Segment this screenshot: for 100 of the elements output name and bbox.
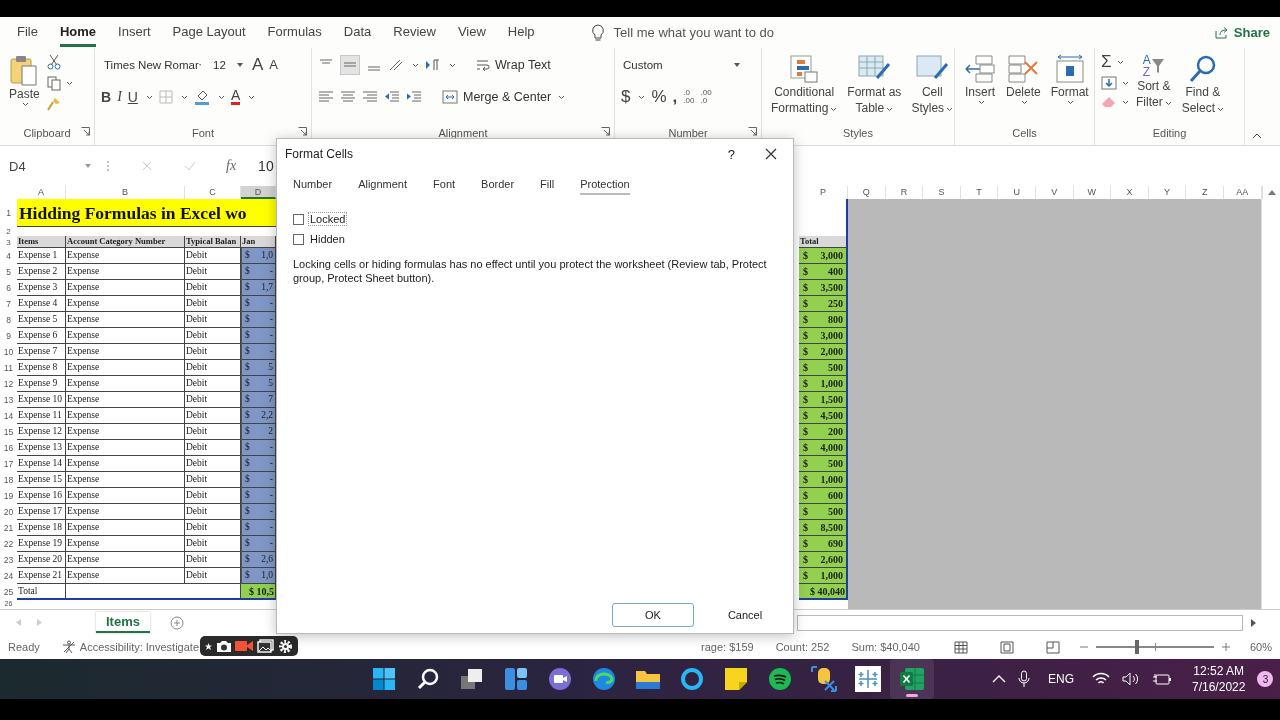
font-color-button[interactable]: A — [230, 89, 241, 105]
add-sheet-icon[interactable] — [169, 615, 184, 630]
scroll-up-icon[interactable] — [1267, 190, 1276, 195]
currency-button[interactable]: $ — [621, 89, 631, 105]
table-cell: $ - — [241, 264, 276, 280]
video-camera-icon[interactable] — [235, 640, 254, 652]
microphone-icon[interactable] — [1018, 670, 1030, 688]
dialog-tab[interactable]: Protection — [580, 178, 630, 195]
sheet-tab[interactable]: Items — [96, 612, 150, 633]
notification-badge[interactable]: 3 — [1257, 671, 1274, 687]
style-button[interactable]: Format as Table — [844, 52, 905, 118]
insert-function-button[interactable]: fx — [226, 158, 237, 174]
help-button[interactable]: ? — [727, 146, 735, 162]
ribbon-tab[interactable]: Formulas — [267, 18, 322, 47]
fill-bucket-icon[interactable] — [193, 89, 210, 105]
underline-button[interactable]: U — [127, 89, 138, 105]
dialog-tab[interactable]: Fill — [540, 178, 555, 195]
increase-indent-icon[interactable] — [406, 90, 422, 104]
percent-button[interactable]: % — [651, 89, 667, 105]
zoom-level[interactable]: 60% — [1249, 641, 1272, 653]
scissors-icon[interactable] — [46, 54, 61, 70]
scroll-right-icon[interactable] — [1251, 618, 1256, 627]
accessibility-status[interactable]: Accessibility: Investigate — [61, 640, 199, 654]
column-header[interactable]: D — [241, 186, 276, 199]
taskbar-app[interactable] — [890, 659, 934, 699]
zoom-slider-thumb[interactable] — [1135, 640, 1140, 654]
dialog-tab[interactable]: Number — [293, 178, 333, 195]
check-icon[interactable] — [184, 161, 196, 171]
cells-button[interactable]: Delete — [1003, 52, 1044, 107]
bold-button[interactable]: B — [101, 89, 112, 105]
decrease-decimal-button[interactable]: .00 .0 — [700, 89, 712, 105]
page-break-view-icon[interactable] — [1045, 640, 1060, 654]
table-cell: $ 2 — [241, 424, 276, 440]
tell-me-search[interactable]: Tell me what you want to do — [613, 25, 774, 40]
table-cell: Expense — [66, 376, 185, 392]
autosum-button[interactable]: Σ — [1101, 54, 1112, 70]
fill-down-icon[interactable] — [1101, 76, 1117, 90]
collapse-ribbon-icon[interactable] — [1252, 133, 1262, 139]
italic-button[interactable]: I — [117, 89, 122, 105]
orientation-icon[interactable] — [388, 58, 404, 72]
cells-button[interactable]: Insert — [961, 52, 999, 107]
close-icon[interactable] — [765, 148, 777, 160]
volume-icon[interactable] — [1122, 672, 1140, 686]
checkbox[interactable] — [293, 213, 304, 225]
copy-icon[interactable] — [46, 76, 61, 91]
dialog-tab[interactable]: Font — [433, 178, 456, 195]
horizontal-scrollbar[interactable] — [797, 614, 1243, 631]
dialog-launcher-icon[interactable] — [81, 127, 90, 136]
ok-button[interactable]: OK — [612, 603, 694, 627]
name-box[interactable]: D4 — [0, 156, 96, 176]
number-format-dropdown[interactable]: Custom — [621, 57, 743, 73]
paste-button[interactable]: Paste — [6, 52, 43, 109]
dialog-title: Format Cells — [285, 147, 353, 161]
dialog-launcher-icon[interactable] — [601, 127, 610, 136]
ribbon-tab[interactable]: Page Layout — [172, 18, 246, 47]
ribbon-tab[interactable]: Insert — [118, 18, 151, 47]
zoom-in-icon[interactable] — [1221, 643, 1230, 651]
dialog-tab[interactable]: Border — [481, 178, 515, 195]
merge-center-button[interactable]: Merge & Center — [442, 90, 566, 104]
shrink-font-button[interactable]: A — [269, 57, 278, 73]
ribbon-tab[interactable]: Review — [393, 18, 436, 47]
ribbon-tab[interactable]: View — [457, 18, 486, 47]
find-select-button[interactable]: Find & Select — [1178, 52, 1228, 118]
ribbon-tab[interactable]: File — [17, 18, 38, 47]
camera-icon[interactable] — [215, 639, 232, 653]
font-name-dropdown[interactable]: Times New Romar — [101, 57, 204, 73]
dialog-tab[interactable]: Alignment — [358, 178, 408, 195]
gallery-icon[interactable] — [257, 639, 275, 653]
font-size-dropdown[interactable]: 12 — [210, 57, 246, 73]
checkbox-label[interactable]: Hidden — [308, 232, 347, 246]
increase-decimal-button[interactable]: .0 .00 — [683, 89, 695, 105]
group-label: Styles — [843, 127, 873, 139]
taskbar-clock[interactable]: 12:52 AM 7/16/2022 — [1192, 663, 1246, 695]
ribbon-tab[interactable]: Help — [507, 18, 535, 47]
zoom-slider[interactable] — [1095, 640, 1214, 654]
chevron-up-icon[interactable] — [992, 675, 1006, 683]
formula-input[interactable]: 10 — [258, 158, 274, 174]
normal-view-icon[interactable] — [953, 640, 968, 654]
table-cell: Expense 15 — [17, 472, 66, 488]
wifi-icon[interactable] — [1092, 672, 1110, 686]
checkbox[interactable] — [293, 233, 304, 245]
checkbox-label[interactable]: Locked — [308, 212, 348, 226]
dialog-launcher-icon[interactable] — [748, 127, 757, 136]
wrap-text-button[interactable]: Wrap Text — [476, 58, 551, 72]
dialog-launcher-icon[interactable] — [298, 127, 307, 136]
page-layout-view-icon[interactable] — [999, 640, 1014, 654]
grow-font-button[interactable]: A — [252, 57, 264, 73]
ribbon-tab[interactable]: Data — [343, 18, 372, 47]
cells-button[interactable]: Format — [1047, 52, 1092, 107]
battery-charging-icon[interactable] — [1152, 672, 1172, 686]
decrease-indent-icon[interactable] — [384, 90, 400, 104]
input-language[interactable]: ENG — [1048, 672, 1074, 686]
paragraph-direction-icon[interactable] — [425, 59, 441, 71]
style-button[interactable]: Cell Styles — [908, 52, 957, 118]
sort-filter-button[interactable]: A Z Sort & Filter — [1133, 52, 1175, 112]
share-button[interactable]: Share — [1214, 25, 1270, 40]
style-button[interactable]: Conditional Formatting — [768, 52, 841, 118]
table-cell: $ 1,000 — [799, 568, 848, 584]
comma-style-button[interactable]: , — [672, 89, 678, 105]
settings-icon[interactable] — [278, 638, 294, 654]
